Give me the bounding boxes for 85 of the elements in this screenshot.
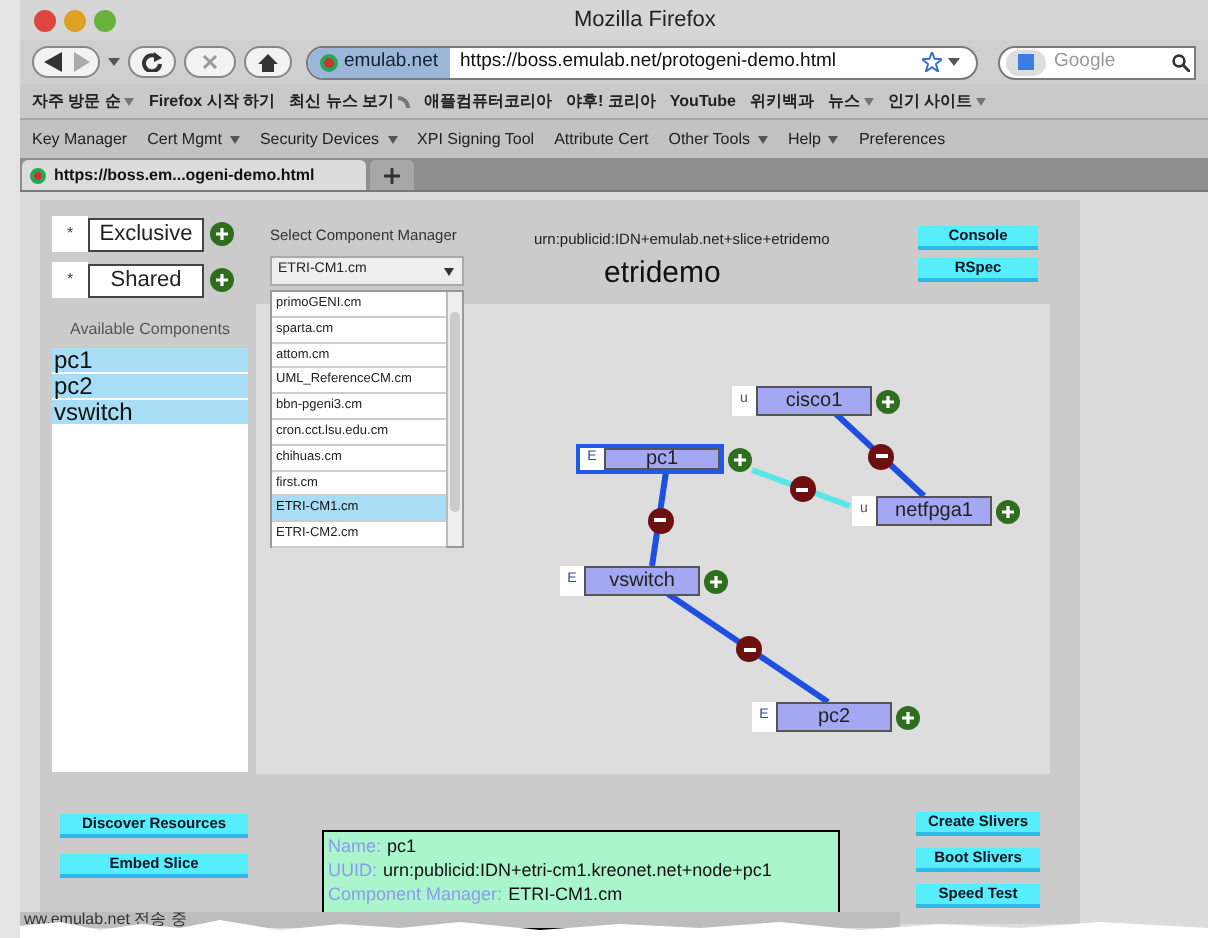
site-icon [30,167,46,183]
remove-link-icon[interactable] [868,443,894,469]
node-type-label: Exclusive [88,217,204,251]
bookmark-item[interactable]: 자주 방문 순 [32,89,135,113]
close-window-icon[interactable] [34,9,56,31]
caret-icon [387,135,398,143]
section-title: Available Components [68,318,232,342]
bookmark-item[interactable]: 뉴스 [827,89,874,113]
node-label: pc2 [776,702,892,732]
url-bar[interactable]: emulab.net https://boss.emulab.net/protogeni-demo.html [306,45,978,79]
bookmark-item[interactable]: 애플컴퓨터코리아 [424,89,553,113]
bookmark-item[interactable]: 최신 뉴스 보기 [289,89,411,113]
field-label: UUID: [328,858,377,882]
home-button[interactable] [244,46,292,78]
browser-tab[interactable]: https://boss.em...ogeni-demo.html [22,160,366,190]
window-title: Mozilla Firefox [574,5,716,36]
remove-link-icon[interactable] [647,507,673,533]
url-text: https://boss.emulab.net/protogeni-demo.html [460,47,837,76]
menu-item[interactable]: Cert Mgmt [147,127,240,151]
caret-icon [863,97,874,105]
bookmark-item[interactable]: 인기 사이트 [887,89,987,113]
bookmark-item[interactable]: 야후! 코리아 [566,89,656,113]
close-icon [202,54,218,70]
node-label: vswitch [584,566,700,596]
remove-link-icon[interactable] [736,636,762,662]
caret-icon [124,97,135,105]
caret-icon [757,135,768,143]
remove-link-icon[interactable] [789,476,815,502]
menu-item[interactable]: Attribute Cert [554,127,649,151]
node-label: netfpga1 [876,496,992,526]
site-identity-badge[interactable]: emulab.net [308,47,451,77]
new-tab-button[interactable] [370,160,414,190]
node-type-marker: * [52,216,88,252]
menu-item[interactable]: Key Manager [32,127,128,151]
back-icon [42,52,66,72]
node-label: pc1 [604,448,720,470]
add-icon[interactable] [210,268,234,292]
caret-icon [976,97,987,105]
field-label: Component Manager: [328,882,503,906]
caret-icon[interactable] [108,58,120,66]
search-icon[interactable] [1172,53,1190,71]
add-icon[interactable] [996,499,1020,523]
bookmark-item[interactable]: 위키백과 [749,89,814,113]
caret-icon [828,135,839,143]
field-value: pc1 [387,834,417,858]
caret-icon [229,135,240,143]
field-value: ETRI-CM1.cm [508,882,623,906]
add-icon[interactable] [876,389,900,413]
add-icon[interactable] [210,222,234,246]
link-line[interactable] [649,471,669,567]
home-icon [258,53,278,71]
search-engine-icon[interactable] [1006,49,1046,75]
node-type-marker: * [52,262,88,298]
menu-item[interactable]: Preferences [858,127,946,151]
menu-item[interactable]: Other Tools [668,127,768,151]
bookmark-item[interactable]: YouTube [669,89,736,113]
caret-icon[interactable] [948,58,960,66]
site-icon [320,53,338,71]
add-icon[interactable] [704,569,728,593]
field-value: urn:publicid:IDN+etri-cm1.kreonet.net+node+pc1 [383,858,772,882]
component-item[interactable]: vswitch [52,400,248,426]
menu-item[interactable]: XPI Signing Tool [417,127,535,151]
node-label: cisco1 [756,386,872,416]
link-line[interactable] [666,591,830,705]
add-icon[interactable] [896,705,920,729]
plus-icon [384,167,400,183]
menu-item[interactable]: Help [787,127,839,151]
link-line[interactable] [833,411,927,499]
component-item[interactable]: pc2 [52,374,248,400]
slice-name: etridemo [604,254,721,294]
scrollbar[interactable] [446,292,462,546]
feed-icon [398,95,411,107]
caret-icon [444,267,454,275]
menu-item[interactable]: Security Devices [259,127,398,151]
forward-icon [72,52,92,72]
add-icon[interactable] [728,447,752,471]
node-type-label: Shared [88,263,204,297]
reload-button[interactable] [128,46,176,78]
search-placeholder: Google [1054,47,1116,76]
reload-icon [142,52,162,72]
back-forward-button[interactable] [32,46,100,78]
star-icon[interactable] [922,52,942,72]
component-item[interactable]: pc1 [52,348,248,374]
bookmark-item[interactable]: Firefox 시작 하기 [148,89,276,113]
field-label: Name: [328,834,382,858]
